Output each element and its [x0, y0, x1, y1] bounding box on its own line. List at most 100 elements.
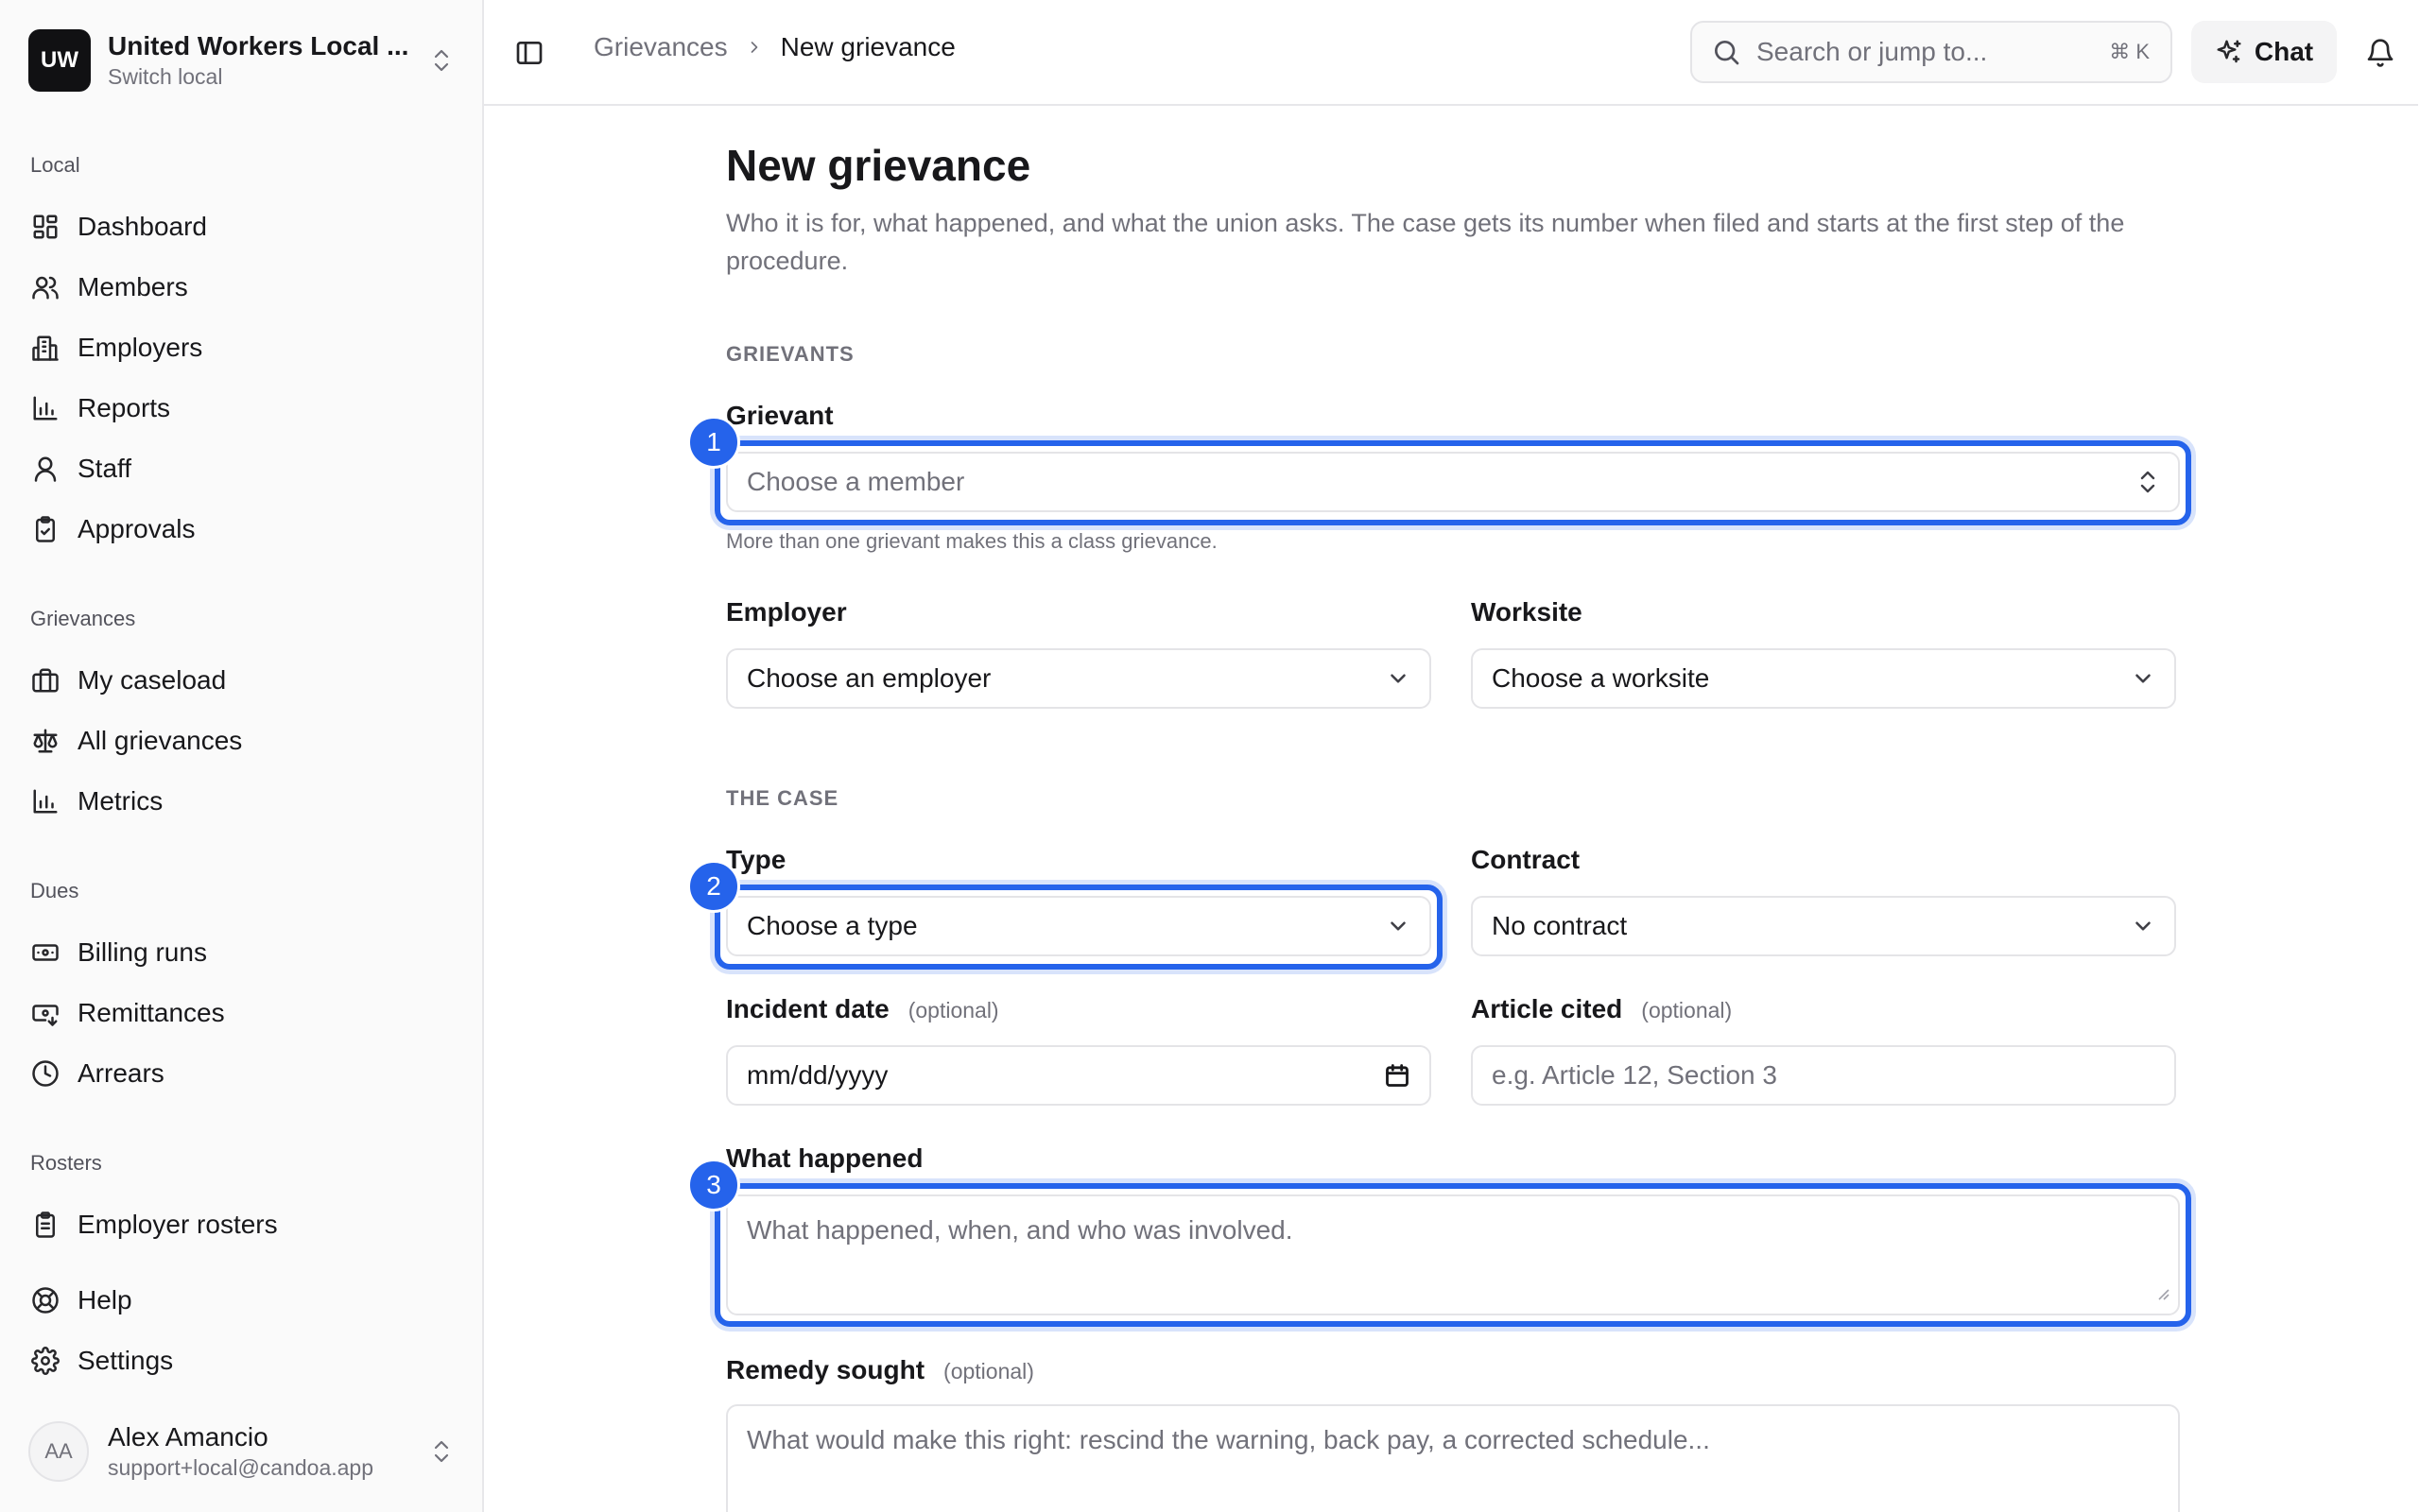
sidebar-item-label: Arrears: [78, 1058, 164, 1088]
bell-icon[interactable]: [2361, 34, 2399, 72]
sidebar-item-label: Employer rosters: [78, 1210, 278, 1239]
sidebar-item-members[interactable]: Members: [13, 261, 471, 314]
type-value: Choose a type: [747, 911, 918, 940]
main-area: Grievances New grievance Search or jump …: [484, 0, 2420, 1512]
avatar: AA: [28, 1421, 89, 1482]
breadcrumb-grievances[interactable]: Grievances: [594, 32, 728, 62]
bar-chart-icon: [30, 786, 60, 816]
bar-chart-icon: [30, 393, 60, 423]
worksite-select[interactable]: Choose a worksite: [1471, 648, 2176, 709]
what-happened-textarea[interactable]: What happened, when, and who was involve…: [726, 1194, 2180, 1315]
sidebar-item-remittances[interactable]: Remittances: [13, 987, 471, 1040]
user-icon: [30, 454, 60, 484]
org-subtitle: Switch local: [108, 64, 223, 89]
users-icon: [30, 272, 60, 302]
article-cited-label: Article cited (optional): [1471, 994, 1733, 1023]
grievant-label: Grievant: [726, 401, 834, 430]
sidebar-item-staff[interactable]: Staff: [13, 442, 471, 495]
sidebar-item-employers[interactable]: Employers: [13, 321, 471, 374]
sidebar-item-help[interactable]: Help: [13, 1274, 471, 1327]
section-grievants: GRIEVANTS: [726, 342, 855, 366]
what-happened-label: What happened: [726, 1143, 924, 1173]
sidebar-item-metrics[interactable]: Metrics: [13, 775, 471, 828]
sidebar-item-settings[interactable]: Settings: [13, 1334, 471, 1387]
gear-icon: [30, 1346, 60, 1376]
sidebar-item-label: My caseload: [78, 665, 227, 695]
chevron-right-icon: [745, 38, 764, 57]
sidebar-item-dashboard[interactable]: Dashboard: [13, 200, 471, 253]
optional-tag: (optional): [943, 1359, 1034, 1383]
org-name: United Workers Local ...: [108, 31, 409, 60]
sidebar-item-label: Employers: [78, 333, 203, 362]
sidebar-item-all-grievances[interactable]: All grievances: [13, 714, 471, 767]
resize-grip-icon[interactable]: [2155, 1278, 2170, 1308]
dashboard-icon: [30, 212, 60, 242]
article-cited-placeholder: e.g. Article 12, Section 3: [1492, 1060, 1777, 1090]
chevrons-up-down-icon: [427, 42, 456, 79]
chat-button[interactable]: Chat: [2191, 21, 2337, 83]
section-grievances: Grievances: [30, 607, 136, 630]
user-name: Alex Amancio: [108, 1422, 268, 1452]
sidebar-item-reports[interactable]: Reports: [13, 382, 471, 435]
org-logo: UW: [28, 29, 91, 92]
user-menu[interactable]: AA Alex Amancio support+local@candoa.app: [28, 1418, 456, 1486]
incident-date-value: mm/dd/yyyy: [747, 1060, 889, 1090]
optional-tag: (optional): [908, 998, 999, 1022]
page-title: New grievance: [726, 141, 1031, 190]
search-icon: [1711, 37, 1741, 67]
chevron-down-icon: [1386, 914, 1410, 938]
org-switcher[interactable]: UW United Workers Local ... Switch local: [28, 26, 456, 94]
sidebar-item-label: Approvals: [78, 514, 196, 543]
incident-date-input[interactable]: mm/dd/yyyy: [726, 1045, 1431, 1106]
sidebar-item-my-caseload[interactable]: My caseload: [13, 654, 471, 707]
worksite-value: Choose a worksite: [1492, 663, 1710, 693]
clipboard-list-icon: [30, 1210, 60, 1240]
search-shortcut: ⌘ K: [2109, 40, 2150, 63]
sidebar: UW United Workers Local ... Switch local…: [0, 0, 484, 1512]
employer-label: Employer: [726, 597, 847, 627]
grievant-select[interactable]: Choose a member: [726, 452, 2180, 512]
section-local: Local: [30, 153, 80, 177]
section-the-case: THE CASE: [726, 786, 839, 810]
what-happened-placeholder: What happened, when, and who was involve…: [747, 1215, 1293, 1245]
sidebar-toggle-icon[interactable]: [510, 34, 548, 72]
sidebar-item-label: Remittances: [78, 998, 225, 1027]
sidebar-item-label: Members: [78, 272, 188, 301]
clipboard-check-icon: [30, 514, 60, 544]
contract-value: No contract: [1492, 911, 1628, 940]
calendar-icon[interactable]: [1384, 1062, 1410, 1089]
banknote-arrow-icon: [30, 998, 60, 1028]
employer-select[interactable]: Choose an employer: [726, 648, 1431, 709]
sidebar-item-approvals[interactable]: Approvals: [13, 503, 471, 556]
briefcase-icon: [30, 665, 60, 696]
building-icon: [30, 333, 60, 363]
incident-date-label: Incident date (optional): [726, 994, 999, 1023]
annotation-badge-1: 1: [687, 416, 740, 469]
sidebar-item-billing-runs[interactable]: Billing runs: [13, 926, 471, 979]
sidebar-item-arrears[interactable]: Arrears: [13, 1047, 471, 1100]
contract-select[interactable]: No contract: [1471, 896, 2176, 956]
chat-label: Chat: [2254, 37, 2314, 66]
remedy-sought-textarea[interactable]: What would make this right: rescind the …: [726, 1404, 2180, 1512]
sidebar-item-label: Help: [78, 1285, 132, 1314]
type-select[interactable]: Choose a type: [726, 896, 1431, 956]
sidebar-item-employer-rosters[interactable]: Employer rosters: [13, 1198, 471, 1251]
chevrons-up-down-icon: [427, 1433, 456, 1470]
chevron-down-icon: [1386, 666, 1410, 691]
breadcrumb-current: New grievance: [780, 32, 956, 61]
remedy-sought-placeholder: What would make this right: rescind the …: [747, 1425, 1710, 1454]
search-input[interactable]: Search or jump to... ⌘ K: [1690, 21, 2172, 83]
topbar: Grievances New grievance Search or jump …: [484, 0, 2418, 106]
article-cited-input[interactable]: e.g. Article 12, Section 3: [1471, 1045, 2176, 1106]
grievant-hint: More than one grievant makes this a clas…: [726, 529, 1218, 553]
scale-icon: [30, 726, 60, 756]
contract-label: Contract: [1471, 845, 1581, 874]
breadcrumb: Grievances New grievance: [594, 32, 956, 62]
optional-tag: (optional): [1641, 998, 1733, 1022]
section-rosters: Rosters: [30, 1151, 102, 1175]
worksite-label: Worksite: [1471, 597, 1582, 627]
chevron-down-icon: [2131, 914, 2155, 938]
new-grievance-form: New grievance Who it is for, what happen…: [484, 106, 2418, 1512]
sidebar-item-label: Metrics: [78, 786, 164, 816]
sidebar-item-label: All grievances: [78, 726, 243, 755]
